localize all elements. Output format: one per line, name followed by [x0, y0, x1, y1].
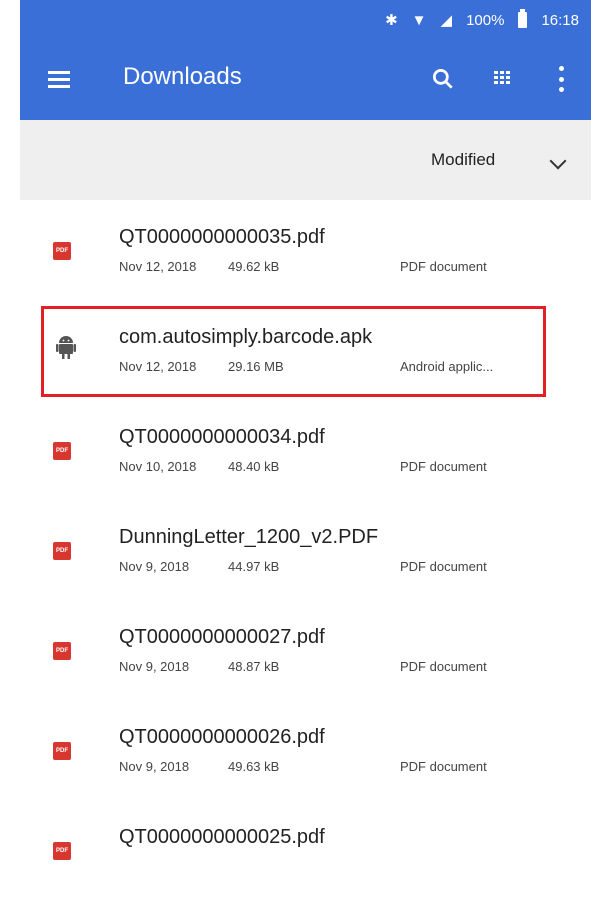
wifi-icon: ▼: [411, 11, 427, 29]
file-type: PDF document: [400, 659, 487, 674]
pdf-icon: PDF: [53, 442, 71, 460]
file-name: DunningLetter_1200_v2.PDF: [119, 526, 379, 548]
app-bar: Downloads: [20, 40, 591, 120]
file-date: Nov 9, 2018: [119, 759, 190, 774]
bluetooth-icon: ✱: [385, 11, 398, 29]
file-size: 49.63 kB: [228, 759, 280, 774]
file-type: PDF document: [400, 459, 487, 474]
menu-icon[interactable]: [48, 71, 70, 89]
list-item[interactable]: PDF QT0000000000026.pdf Nov 9, 2018 49.6…: [20, 700, 591, 800]
signal-icon: ◢: [440, 11, 453, 29]
search-icon[interactable]: [430, 66, 456, 92]
more-options-icon[interactable]: [558, 66, 564, 92]
file-type: PDF document: [400, 759, 487, 774]
selection-highlight: [41, 306, 546, 397]
pdf-icon: PDF: [53, 842, 71, 860]
status-bar: ✱ ▼ ◢ 100% 16:18: [20, 0, 591, 40]
sort-label[interactable]: Modified: [431, 150, 495, 170]
list-item[interactable]: PDF DunningLetter_1200_v2.PDF Nov 9, 201…: [20, 500, 591, 600]
file-name: QT0000000000034.pdf: [119, 426, 325, 448]
list-item[interactable]: PDF QT0000000000034.pdf Nov 10, 2018 48.…: [20, 400, 591, 500]
file-date: Nov 10, 2018: [119, 459, 197, 474]
file-type: PDF document: [400, 559, 487, 574]
file-type: PDF document: [400, 259, 487, 274]
page-title: Downloads: [123, 63, 242, 90]
file-size: 44.97 kB: [228, 559, 280, 574]
file-date: Nov 9, 2018: [119, 559, 190, 574]
file-date: Nov 9, 2018: [119, 659, 190, 674]
pdf-icon: PDF: [53, 642, 71, 660]
list-item[interactable]: PDF QT0000000000025.pdf: [20, 800, 591, 900]
file-name: QT0000000000035.pdf: [119, 226, 325, 248]
battery-percent: 100%: [466, 11, 505, 29]
file-size: 49.62 kB: [228, 259, 280, 274]
file-size: 48.87 kB: [228, 659, 280, 674]
pdf-icon: PDF: [53, 742, 71, 760]
sort-bar[interactable]: Modified: [20, 120, 591, 200]
pdf-icon: PDF: [53, 242, 71, 260]
file-name: QT0000000000027.pdf: [119, 626, 325, 648]
list-item[interactable]: PDF QT0000000000035.pdf Nov 12, 2018 49.…: [20, 200, 591, 300]
list-item[interactable]: PDF QT0000000000027.pdf Nov 9, 2018 48.8…: [20, 600, 591, 700]
status-time: 16:18: [541, 11, 579, 29]
file-name: QT0000000000026.pdf: [119, 726, 325, 748]
grid-view-icon[interactable]: [494, 71, 510, 85]
file-size: 48.40 kB: [228, 459, 280, 474]
file-name: QT0000000000025.pdf: [119, 826, 325, 848]
file-date: Nov 12, 2018: [119, 259, 197, 274]
pdf-icon: PDF: [53, 542, 71, 560]
battery-icon: [518, 9, 528, 28]
chevron-down-icon[interactable]: [549, 152, 567, 170]
